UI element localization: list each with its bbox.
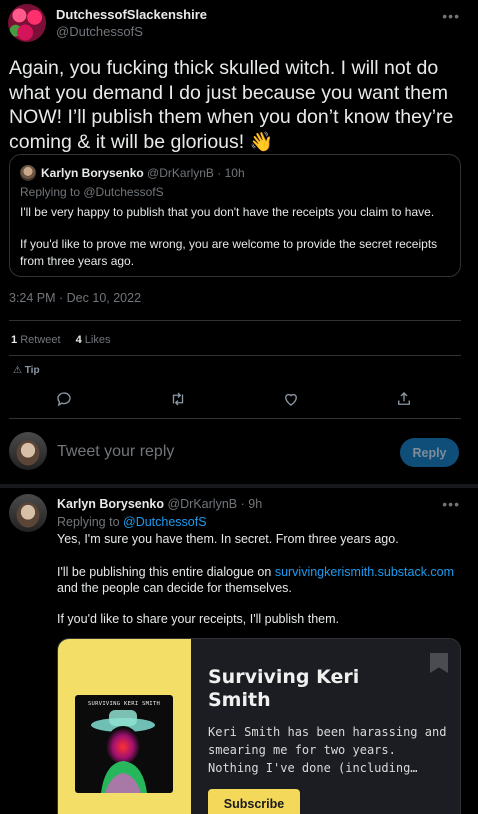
- quoted-paragraph-1: I'll be very happy to publish that you d…: [20, 205, 435, 219]
- card-text-panel: Surviving Keri Smith Keri Smith has been…: [191, 639, 460, 814]
- author-avatar[interactable]: [8, 4, 46, 42]
- retweet-count[interactable]: 1: [11, 334, 17, 346]
- retweet-action[interactable]: [167, 388, 189, 410]
- like-count[interactable]: 4: [76, 334, 82, 346]
- retweet-icon: [172, 392, 184, 406]
- reply-action[interactable]: [53, 388, 75, 410]
- divider: [9, 320, 461, 321]
- retweet-label[interactable]: Retweet: [20, 334, 60, 346]
- quoted-author-avatar: [20, 165, 36, 181]
- tweet-timestamp[interactable]: 3:24 PM · Dec 10, 2022: [9, 291, 141, 305]
- quoted-tweet-age: · 10h: [217, 166, 245, 180]
- more-icon[interactable]: •••: [442, 496, 460, 512]
- reply-author-avatar[interactable]: [9, 494, 47, 532]
- reply-paragraph-2: I'll be publishing this entire dialogue …: [57, 564, 462, 596]
- current-user-avatar[interactable]: [9, 432, 47, 470]
- reply-replying-to: Replying to @DutchessofS: [57, 515, 207, 529]
- waving-hand-icon: 👋: [249, 131, 274, 153]
- tip-button[interactable]: ⚠ Tip: [13, 365, 40, 376]
- quoted-replying-to: Replying to @DutchessofS: [20, 185, 164, 199]
- reply-tweet-age[interactable]: · 9h: [241, 497, 263, 511]
- quoted-author-handle: @DrKarlynB: [147, 166, 214, 180]
- album-art-image: SURVIVING KERI SMITH: [75, 695, 173, 793]
- tip-label: Tip: [24, 365, 40, 376]
- card-title: Surviving Keri Smith: [208, 666, 360, 711]
- author-name[interactable]: DutchessofSlackenshire: [56, 7, 207, 22]
- more-icon[interactable]: •••: [442, 8, 460, 24]
- replying-to-handle-link[interactable]: @DutchessofS: [123, 515, 207, 529]
- reply-paragraph-1: Yes, I'm sure you have them. In secret. …: [57, 532, 399, 546]
- reply-paragraph-2-prefix: I'll be publishing this entire dialogue …: [57, 565, 275, 579]
- tweet-text: Again, you fucking thick skulled witch. …: [9, 56, 469, 155]
- reply-paragraph-2-suffix: and the people can decide for themselves…: [57, 581, 292, 595]
- quoted-author-name: Karlyn Borysenko: [41, 166, 144, 180]
- quoted-tweet-header: Karlyn Borysenko @DrKarlynB · 10h: [41, 166, 245, 180]
- share-icon: [398, 392, 410, 405]
- reply-button[interactable]: Reply: [400, 438, 459, 467]
- author-handle[interactable]: @DutchessofS: [56, 24, 143, 39]
- card-description: Keri Smith has been harassing and smeari…: [208, 725, 447, 775]
- substack-link[interactable]: survivingkerismith.substack.com: [275, 565, 454, 579]
- divider: [9, 355, 461, 356]
- cowboy-portrait-image: [91, 710, 155, 793]
- link-preview-card[interactable]: SURVIVING KERI SMITH Surviving Keri Smit…: [57, 638, 461, 814]
- replying-to-prefix: Replying to: [57, 515, 124, 529]
- bookmark-icon[interactable]: [430, 653, 448, 673]
- reply-input[interactable]: Tweet your reply: [57, 443, 174, 461]
- tip-icon: ⚠: [13, 365, 22, 376]
- like-action[interactable]: [280, 388, 302, 410]
- reply-icon: [57, 392, 71, 407]
- reply-paragraph-3: If you'd like to share your receipts, I'…: [57, 612, 339, 626]
- like-icon: [285, 393, 297, 406]
- subscribe-button[interactable]: Subscribe: [208, 789, 300, 814]
- tweet-body: Again, you fucking thick skulled witch. …: [9, 57, 454, 153]
- reply-author-handle[interactable]: @DrKarlynB: [167, 497, 237, 511]
- reply-tweet-header: Karlyn Borysenko @DrKarlynB · 9h: [57, 497, 262, 511]
- divider: [9, 418, 461, 419]
- share-action[interactable]: [393, 388, 415, 410]
- section-separator: [0, 484, 478, 488]
- like-label[interactable]: Likes: [85, 334, 111, 346]
- quoted-tweet[interactable]: Karlyn Borysenko @DrKarlynB · 10h Replyi…: [9, 154, 461, 277]
- tweet-stats: 1 Retweet 4 Likes: [11, 334, 122, 346]
- quoted-paragraph-2: If you'd like to prove me wrong, you are…: [20, 237, 438, 268]
- reply-author-name[interactable]: Karlyn Borysenko: [57, 497, 164, 511]
- card-image-panel: SURVIVING KERI SMITH: [58, 639, 191, 814]
